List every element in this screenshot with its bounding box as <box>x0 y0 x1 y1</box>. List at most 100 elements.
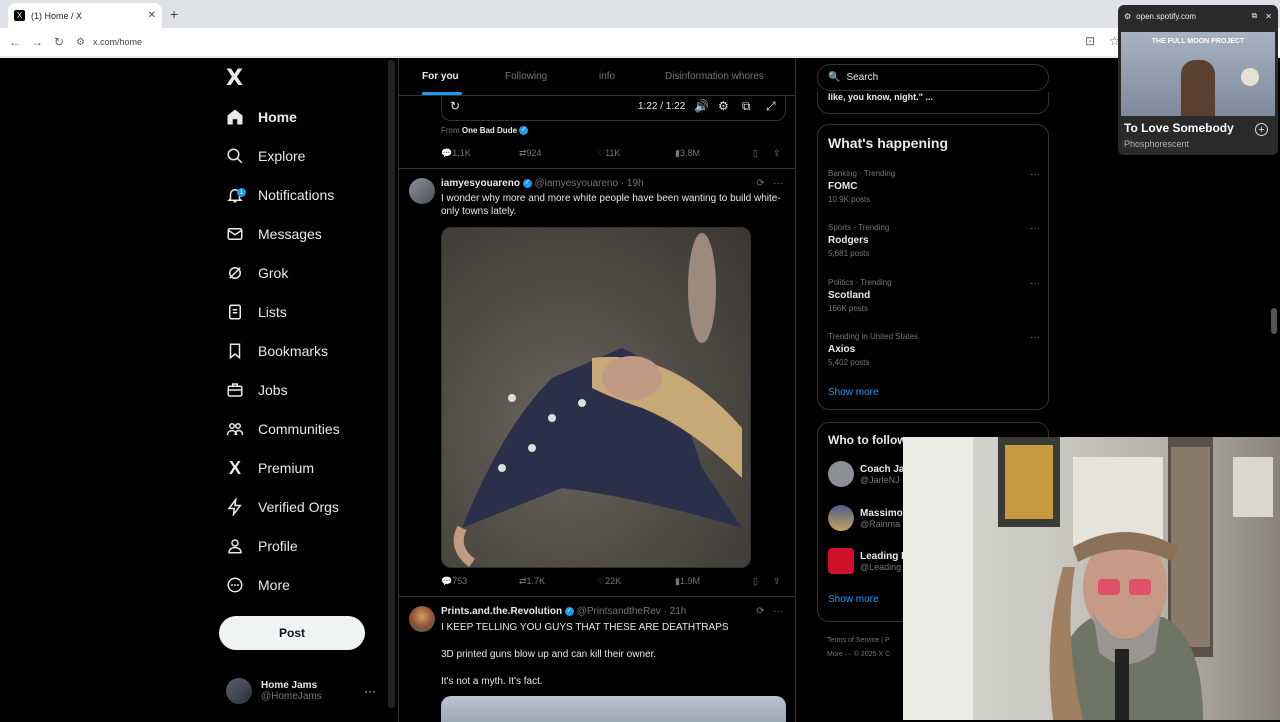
fullscreen-icon[interactable]: ⤢ <box>766 99 776 114</box>
sidebar-item-premium[interactable]: X Premium <box>224 451 314 485</box>
browser-tab[interactable]: X (1) Home / X ✕ <box>8 3 162 28</box>
list-icon <box>224 301 246 323</box>
trend-item[interactable]: Politics · Trending Scotland 166K posts … <box>828 278 1040 313</box>
search-input[interactable]: 🔍 Search <box>817 64 1049 91</box>
more-dots-icon[interactable]: ··· <box>364 684 376 698</box>
avatar[interactable] <box>409 178 435 204</box>
sidebar-item-more[interactable]: More <box>224 568 290 602</box>
grok-icon[interactable]: ⟳ <box>756 606 764 617</box>
sidebar-item-communities[interactable]: Communities <box>224 412 340 446</box>
more-dots-icon[interactable]: ··· <box>1030 223 1040 234</box>
sidebar-item-label: Home <box>258 109 297 125</box>
tweet-header: iamyesyouareno ✓ @iamyesyouareno · 19h <box>441 178 644 189</box>
address-bar[interactable]: ⚙ x.com/home <box>76 37 142 48</box>
sidebar-item-bookmarks[interactable]: Bookmarks <box>224 334 328 368</box>
tweet-author-name[interactable]: iamyesyouareno <box>441 178 520 189</box>
pip-icon[interactable]: ⧉ <box>742 99 751 114</box>
views-button[interactable]: ▮ 1.9M <box>675 576 700 587</box>
tweet-image[interactable] <box>441 696 786 722</box>
mail-icon <box>224 223 246 245</box>
verified-icon: ✓ <box>564 606 574 616</box>
tweet-actions: 💬 1.1K ⇄ 924 ♡ 11K ▮ 3.8M ▯ ⇪ <box>441 148 786 162</box>
tweet-author-handle[interactable]: @PrintsandtheRev <box>577 606 661 617</box>
player-domain: open.spotify.com <box>1136 11 1197 21</box>
sidebar-item-profile[interactable]: Profile <box>224 529 298 563</box>
tweet-video[interactable] <box>441 227 751 568</box>
close-tab-icon[interactable]: ✕ <box>148 10 156 21</box>
repost-button[interactable]: ⇄ 924 <box>519 148 542 159</box>
sidebar-item-notifications[interactable]: 1 Notifications <box>224 178 334 212</box>
repost-count: 1.7K <box>526 576 546 586</box>
spotify-icon: ⚙ <box>1124 11 1132 21</box>
trend-item[interactable]: Banking · Trending FOMC 10.9K posts ··· <box>828 169 1040 204</box>
tab-for-you[interactable]: For you <box>422 71 459 82</box>
browser-tab-strip: X (1) Home / X ✕ + <box>0 0 1280 28</box>
show-more-link[interactable]: Show more <box>828 387 879 398</box>
more-dots-icon[interactable]: ··· <box>1030 169 1040 180</box>
like-button[interactable]: ♡ 11K <box>597 148 620 159</box>
tab-disinformation-whores[interactable]: Disinformation whores <box>665 71 764 82</box>
active-tab-indicator <box>422 92 462 95</box>
tweet-text-line-3: It's not a myth. It's fact. <box>441 676 543 687</box>
sidebar-item-explore[interactable]: Explore <box>224 139 305 173</box>
replay-icon[interactable]: ↻ <box>450 99 460 113</box>
site-info-icon[interactable]: ⚙ <box>76 37 85 48</box>
from-author[interactable]: One Bad Dude <box>462 126 517 135</box>
more-dots-icon[interactable]: ··· <box>1030 332 1040 343</box>
panel-title: Who to follow <box>828 433 907 447</box>
install-icon[interactable]: ⊡ <box>1085 34 1095 48</box>
bookmark-tweet-icon[interactable]: ▯ <box>753 148 758 159</box>
x-logo-icon[interactable]: X <box>226 66 243 91</box>
more-dots-icon[interactable]: ··· <box>773 606 783 617</box>
panel-title: What's happening <box>828 135 948 151</box>
sidebar-item-home[interactable]: Home <box>224 100 297 134</box>
new-tab-icon[interactable]: + <box>170 6 178 22</box>
account-switcher[interactable]: Home Jams @HomeJams ··· <box>226 676 376 706</box>
share-icon[interactable]: ⇪ <box>773 148 781 159</box>
page-scrollbar[interactable] <box>388 60 395 708</box>
forward-icon[interactable]: → <box>26 35 48 49</box>
url-text: x.com/home <box>92 37 142 47</box>
like-button[interactable]: ♡ 22K <box>597 576 621 587</box>
back-to-tab-icon[interactable]: ⧉ <box>1252 11 1258 21</box>
more-dots-icon[interactable]: ··· <box>773 178 783 189</box>
tab-info[interactable]: info <box>599 71 615 82</box>
more-dots-icon[interactable]: ··· <box>1030 278 1040 289</box>
sidebar-item-verified-orgs[interactable]: Verified Orgs <box>224 490 339 524</box>
sidebar-item-messages[interactable]: Messages <box>224 217 322 251</box>
reload-icon[interactable]: ↻ <box>48 35 70 49</box>
tweet-author-name[interactable]: Prints.and.the.Revolution <box>441 606 562 617</box>
avatar[interactable] <box>409 606 435 632</box>
back-icon[interactable]: ← <box>4 35 26 49</box>
trend-item[interactable]: Sports · Trending Rodgers 5,681 posts ··… <box>828 223 1040 258</box>
grok-icon[interactable]: ⟳ <box>756 178 764 189</box>
track-artist[interactable]: Phosphorescent <box>1124 139 1189 149</box>
post-button[interactable]: Post <box>219 616 365 650</box>
tweet-actions: 💬 753 ⇄ 1.7K ♡ 22K ▮ 1.9M ▯ ⇪ <box>441 576 786 590</box>
sidebar-item-grok[interactable]: Grok <box>224 256 288 290</box>
add-to-library-icon[interactable]: + <box>1255 123 1268 136</box>
close-icon[interactable]: ✕ <box>1265 12 1272 21</box>
right-scrollbar[interactable] <box>1271 308 1277 334</box>
share-icon[interactable]: ⇪ <box>773 576 781 587</box>
sidebar-item-lists[interactable]: Lists <box>224 295 287 329</box>
reply-button[interactable]: 💬 753 <box>441 576 467 587</box>
tab-following[interactable]: Following <box>505 71 547 82</box>
sidebar-item-jobs[interactable]: Jobs <box>224 373 288 407</box>
trend-item[interactable]: Trending in United States Axios 5,402 po… <box>828 332 1040 367</box>
tweet-text-line-1: I KEEP TELLING YOU GUYS THAT THESE ARE D… <box>441 622 729 633</box>
repost-button[interactable]: ⇄ 1.7K <box>519 576 545 587</box>
views-button[interactable]: ▮ 3.8M <box>675 148 700 159</box>
volume-icon[interactable]: 🔊 <box>694 99 709 113</box>
trending-card-partial[interactable]: like, you know, night." ... <box>817 92 1049 114</box>
tweet-time[interactable]: · 19h <box>621 178 644 189</box>
bookmark-tweet-icon[interactable]: ▯ <box>753 576 758 587</box>
show-more-link[interactable]: Show more <box>828 594 879 605</box>
webcam-frame <box>903 437 1273 720</box>
tweet-time[interactable]: · 21h <box>664 606 687 617</box>
sidebar-item-label: Jobs <box>258 382 288 398</box>
settings-icon[interactable]: ⚙ <box>718 99 729 113</box>
sidebar-item-label: Notifications <box>258 187 335 203</box>
tweet-author-handle[interactable]: @iamyesyouareno <box>535 178 619 189</box>
reply-button[interactable]: 💬 1.1K <box>441 148 471 159</box>
